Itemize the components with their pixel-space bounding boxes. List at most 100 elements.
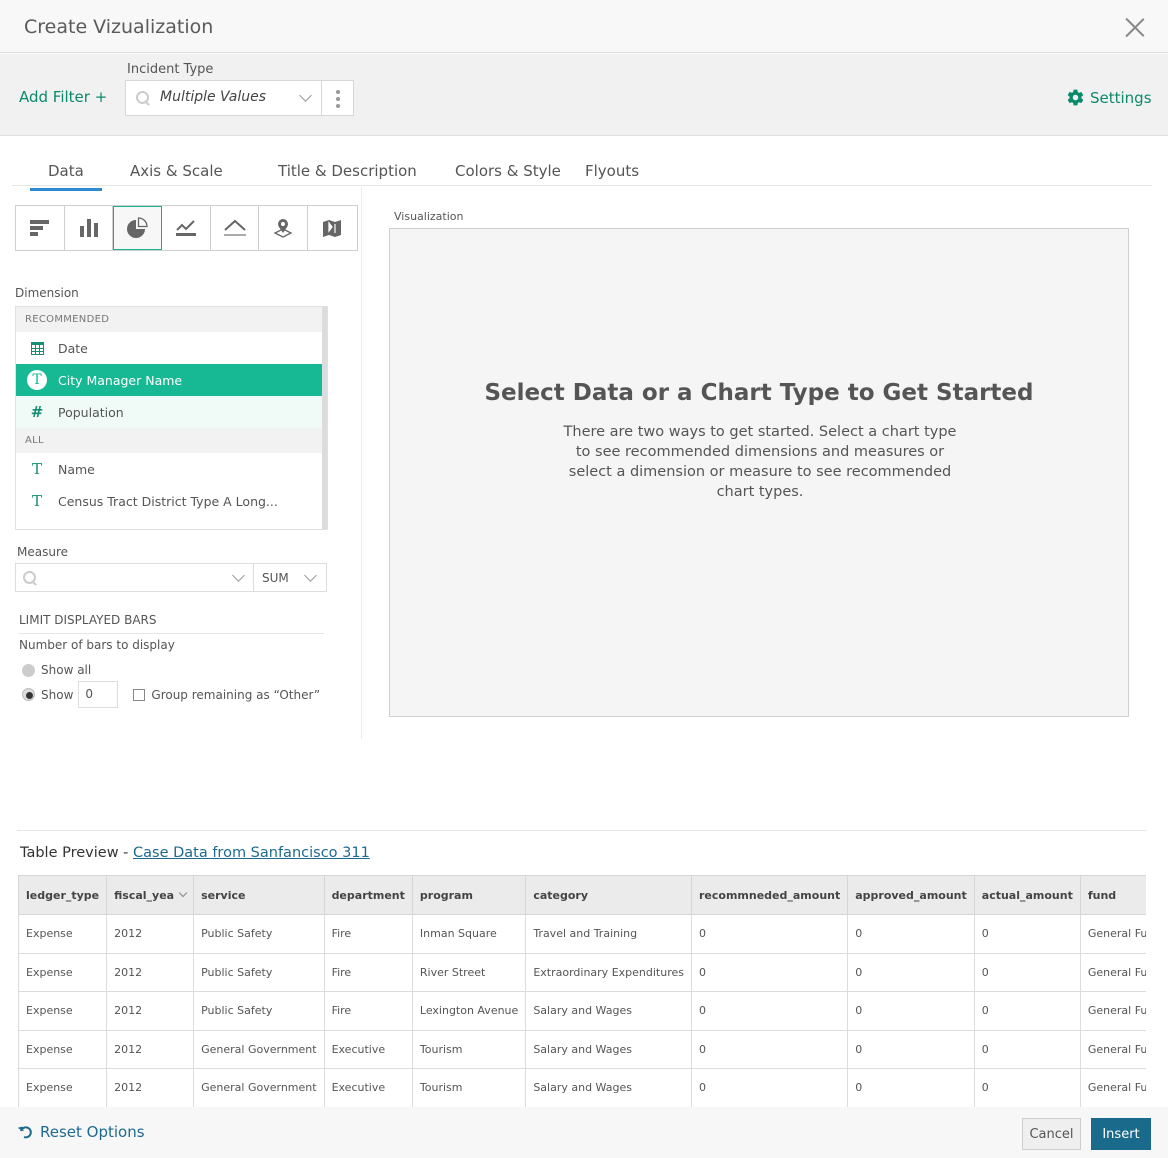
show-all-option[interactable]: Show all bbox=[22, 663, 91, 677]
empty-state-body: There are two ways to get started. Selec… bbox=[563, 424, 957, 500]
table-cell: Lexington Avenue bbox=[411, 991, 527, 1031]
table-cell: 0 bbox=[690, 1029, 849, 1069]
tab-axis-scale[interactable]: Axis & Scale bbox=[130, 162, 223, 180]
table-cell: 0 bbox=[690, 991, 849, 1031]
table-cell: 0 bbox=[690, 914, 849, 954]
filter-more-button[interactable] bbox=[321, 80, 354, 116]
dimension-label: Dimension bbox=[15, 286, 79, 300]
table-cell: Expense bbox=[18, 1068, 108, 1107]
tab-data[interactable]: Data bbox=[30, 162, 102, 191]
aggregation-select[interactable]: SUM bbox=[253, 563, 327, 592]
table-cell: 0 bbox=[847, 1068, 975, 1107]
chevron-down-icon bbox=[304, 569, 317, 582]
add-filter-button[interactable]: Add Filter + bbox=[19, 88, 107, 106]
table-cell: Executive bbox=[323, 1068, 413, 1107]
tab-colors-style[interactable]: Colors & Style bbox=[455, 162, 561, 180]
dimension-item-label: Population bbox=[58, 404, 124, 420]
column-header-label: fiscal_yea bbox=[114, 888, 175, 902]
close-icon[interactable] bbox=[1124, 16, 1146, 38]
table-cell: 2012 bbox=[106, 991, 195, 1031]
recommended-header: RECOMMENDED bbox=[16, 307, 327, 332]
chart-type-horizontal-bar[interactable] bbox=[16, 206, 65, 250]
more-vertical-icon bbox=[336, 90, 340, 111]
incident-type-filter-select[interactable]: Multiple Values bbox=[125, 80, 322, 116]
aggregation-value: SUM bbox=[262, 571, 289, 585]
filter-value: Multiple Values bbox=[160, 89, 266, 105]
all-header: ALL bbox=[16, 428, 327, 453]
show-all-radio[interactable] bbox=[22, 663, 35, 677]
chart-type-picker bbox=[15, 205, 358, 251]
dataset-link[interactable]: Case Data from Sanfancisco 311 bbox=[133, 845, 370, 861]
dimension-list: RECOMMENDED Date T City Manager Name # P… bbox=[15, 306, 328, 530]
show-label: Show bbox=[41, 687, 74, 702]
table-cell: General Fund bbox=[1079, 991, 1146, 1031]
column-header-0[interactable]: ledger_type bbox=[18, 875, 108, 915]
search-icon bbox=[23, 571, 37, 585]
column-header-5[interactable]: category bbox=[525, 875, 692, 915]
table-cell: River Street bbox=[411, 952, 527, 992]
table-cell: 2012 bbox=[106, 952, 195, 992]
column-header-7[interactable]: approved_amount bbox=[847, 875, 975, 915]
dialog-header: Create Vizualization bbox=[0, 0, 1168, 53]
table-cell: Public Safety bbox=[193, 952, 325, 992]
text-type-icon: T bbox=[27, 370, 47, 390]
bar-chart-horizontal-icon bbox=[29, 220, 49, 236]
table-row: Expense 2012 Public Safety Fire Lexington Av… bbox=[18, 991, 1146, 1031]
cancel-button[interactable]: Cancel bbox=[1022, 1118, 1081, 1150]
table-cell: Tourism bbox=[411, 1029, 527, 1069]
table-cell: Tourism bbox=[411, 1068, 527, 1107]
chart-type-histogram[interactable] bbox=[210, 206, 260, 250]
visualization-label: Visualization bbox=[394, 210, 464, 223]
column-chart-icon bbox=[79, 219, 98, 237]
table-row: Expense 2012 General Government Executive To… bbox=[18, 1029, 1146, 1069]
column-header-8[interactable]: actual_amount bbox=[973, 875, 1081, 915]
show-all-label: Show all bbox=[41, 663, 92, 677]
filter-label: Incident Type bbox=[127, 62, 214, 77]
dimension-item-population[interactable]: # Population bbox=[16, 396, 323, 428]
show-n-radio[interactable] bbox=[22, 688, 35, 701]
table-cell: 0 bbox=[973, 914, 1081, 954]
dimension-item-name[interactable]: T Name bbox=[16, 453, 323, 485]
column-header-6[interactable]: recommneded_amount bbox=[690, 875, 849, 915]
table-cell: General Government bbox=[193, 1029, 325, 1069]
settings-button[interactable]: Settings bbox=[1066, 88, 1152, 107]
group-other-checkbox[interactable] bbox=[133, 688, 146, 701]
chart-type-region-map[interactable] bbox=[308, 206, 357, 250]
column-header-4[interactable]: program bbox=[411, 875, 527, 915]
table-row: Expense 2012 Public Safety Fire River Street… bbox=[18, 952, 1146, 992]
table-cell: Expense bbox=[18, 1029, 108, 1069]
empty-state-heading: Select Data or a Chart Type to Get Start… bbox=[484, 380, 1034, 406]
table-preview: ledger_type fiscal_yea service department pr… bbox=[18, 875, 1146, 1107]
tab-flyouts[interactable]: Flyouts bbox=[585, 162, 639, 180]
column-header-3[interactable]: department bbox=[323, 875, 413, 915]
column-header-9[interactable]: fund bbox=[1079, 875, 1146, 915]
region-map-icon bbox=[323, 220, 342, 237]
dimension-item-date[interactable]: Date bbox=[16, 332, 323, 364]
chart-type-column[interactable] bbox=[64, 206, 114, 250]
bar-count-input[interactable]: 0 bbox=[78, 681, 119, 708]
column-header-2[interactable]: service bbox=[193, 875, 325, 915]
chevron-down-icon bbox=[232, 569, 245, 582]
insert-button[interactable]: Insert bbox=[1091, 1118, 1151, 1150]
table-cell: General Government bbox=[193, 1068, 325, 1107]
dimension-list-scrollbar[interactable] bbox=[322, 307, 327, 529]
search-icon bbox=[136, 91, 150, 105]
table-cell: Public Safety bbox=[193, 914, 325, 954]
table-cell: 0 bbox=[973, 1029, 1081, 1069]
tab-title-description[interactable]: Title & Description bbox=[278, 162, 417, 180]
dimension-item-census-tract[interactable]: T Census Tract District Type A Long... bbox=[16, 485, 323, 517]
chart-type-pie[interactable] bbox=[113, 206, 163, 250]
reset-options-button[interactable]: Reset Options bbox=[18, 1123, 145, 1141]
table-cell: 0 bbox=[973, 1068, 1081, 1107]
filter-bar: Add Filter + Incident Type Multiple Valu… bbox=[0, 54, 1168, 136]
table-cell: Salary and Wages bbox=[525, 1068, 692, 1107]
measure-select[interactable] bbox=[15, 563, 254, 592]
visualization-canvas: Select Data or a Chart Type to Get Start… bbox=[389, 228, 1129, 717]
column-header-1[interactable]: fiscal_yea bbox=[106, 875, 195, 915]
sort-chevron-icon[interactable] bbox=[178, 888, 188, 897]
table-cell: Extraordinary Expenditures bbox=[525, 952, 692, 992]
chart-type-point-map[interactable] bbox=[259, 206, 309, 250]
chart-type-line[interactable] bbox=[162, 206, 211, 250]
dimension-item-city-manager-name[interactable]: T City Manager Name bbox=[16, 364, 323, 396]
table-cell: 2012 bbox=[106, 914, 195, 954]
